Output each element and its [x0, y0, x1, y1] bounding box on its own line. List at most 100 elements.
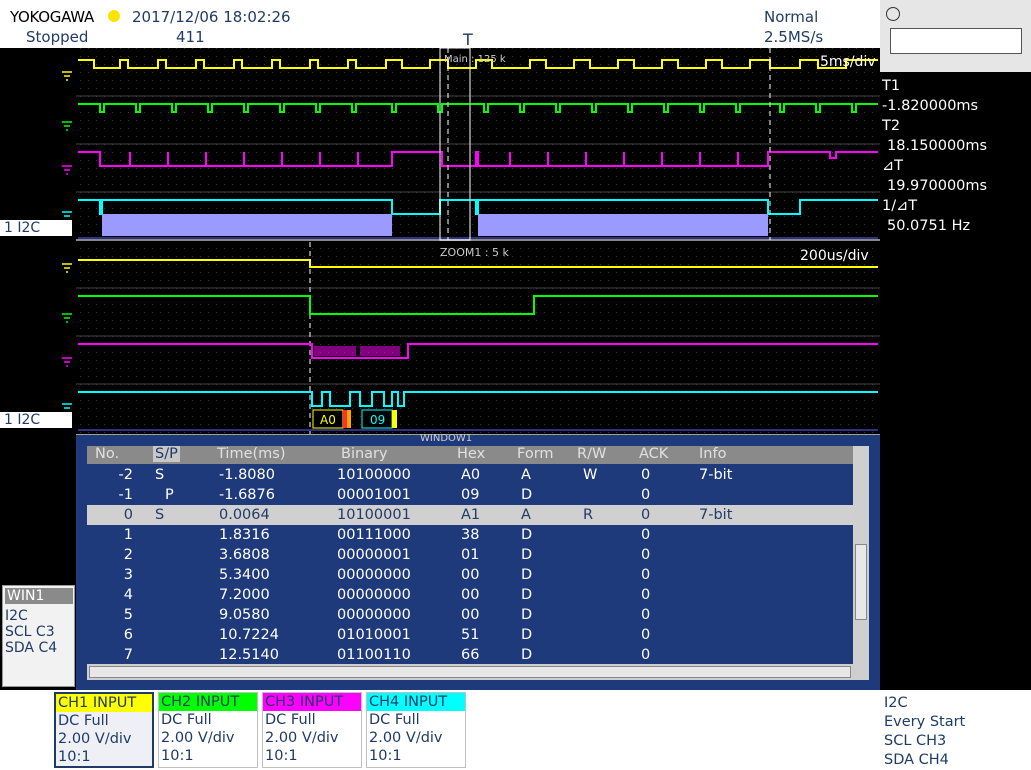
cell-binary: 10100000: [337, 467, 411, 483]
inv-dt-value: 50.0751 Hz: [887, 218, 971, 234]
cell-time: -1.6876: [219, 487, 275, 503]
trigger-info: I2C Every Start SCL CH3 SDA CH4: [884, 694, 965, 770]
channel-3-setup[interactable]: CH3 INPUT DC Full 2.00 V/div 10:1: [262, 692, 362, 768]
table-row[interactable]: 1 1.8316 00111000 38 D 0: [87, 525, 853, 545]
bus-label-main: 1 I2C: [0, 220, 72, 236]
channel-scale: 2.00 V/div: [369, 730, 443, 746]
cell-hex: 00: [461, 607, 480, 623]
cell-time: 12.5140: [219, 647, 279, 663]
cell-no: 0: [123, 507, 133, 523]
table-row[interactable]: 4 7.2000 00000000 00 D 0: [87, 585, 853, 605]
channel-4-setup[interactable]: CH4 INPUT DC Full 2.00 V/div 10:1: [366, 692, 466, 768]
channel-2-setup[interactable]: CH2 INPUT DC Full 2.00 V/div 10:1: [158, 692, 258, 768]
acquisition-state: Stopped: [26, 28, 89, 46]
cell-time: 5.3400: [219, 567, 270, 583]
trigger-position-icon: T: [463, 30, 473, 49]
knob-value-field[interactable]: [890, 28, 1022, 54]
channel-setup-bar: [0, 690, 1031, 770]
cell-binary: 01100110: [337, 647, 411, 663]
cell-form: D: [521, 527, 533, 543]
cell-hex: 66: [461, 647, 480, 663]
cell-info: 7-bit: [699, 467, 733, 483]
zoom-timebase: 200us/div: [800, 248, 869, 264]
channel-name: CH3 INPUT: [263, 693, 361, 711]
cell-time: 10.7224: [219, 627, 279, 643]
cell-no: 7: [123, 647, 133, 663]
win1-line: SDA C4: [5, 640, 58, 656]
t1-value: -1.820000ms: [882, 98, 979, 114]
channel-name: CH2 INPUT: [159, 693, 257, 711]
cell-form: A: [521, 467, 531, 483]
channel-probe: 10:1: [265, 748, 298, 764]
window-title: WINDOW1: [420, 433, 473, 444]
cell-no: 3: [123, 567, 133, 583]
cell-hex: 51: [461, 627, 480, 643]
horizontal-scroll-thumb[interactable]: [89, 666, 851, 678]
cell-form: D: [521, 487, 533, 503]
col-time: Time(ms): [217, 446, 286, 462]
cell-binary: 01010001: [337, 627, 411, 643]
table-row[interactable]: 6 10.7224 01010001 51 D 0: [87, 625, 853, 645]
knob-icon: [886, 7, 900, 21]
trigger-mode: Normal: [764, 8, 819, 26]
t2-label: T2: [882, 118, 901, 134]
acquisition-count: 411: [176, 28, 205, 46]
channel-probe: 10:1: [58, 749, 91, 765]
cell-form: D: [521, 627, 533, 643]
cell-form: D: [521, 587, 533, 603]
cell-no: 5: [123, 607, 133, 623]
col-binary: Binary: [341, 446, 388, 462]
cell-ack: 0: [641, 467, 651, 483]
waveform-display[interactable]: Main : 125 k 5ms/div ZOOM1 : 5 k 200us/d…: [0, 47, 880, 434]
cell-hex: A1: [461, 507, 481, 523]
main-view-label: Main : 125 k: [444, 54, 506, 65]
ch3-ground-marker: [62, 165, 72, 367]
channel-1-setup[interactable]: CH1 INPUT DC Full 2.00 V/div 10:1: [54, 692, 154, 768]
cell-form: D: [521, 647, 533, 663]
t2-value: 18.150000ms: [887, 138, 988, 154]
trigger-line: Every Start: [884, 714, 966, 730]
table-row[interactable]: -2 S -1.8080 10100000 A0 A W 0 7-bit: [87, 465, 853, 485]
cell-ack: 0: [641, 527, 651, 543]
cell-ack: 0: [641, 567, 651, 583]
channel-coupling: DC Full: [265, 712, 316, 728]
cursor-readout: T1 -1.820000ms T2 18.150000ms ⊿T 19.9700…: [882, 76, 1030, 236]
cell-no: 1: [123, 527, 133, 543]
cell-ack: 0: [641, 547, 651, 563]
date-time: 2017/12/06 18:02:26: [132, 8, 291, 26]
vertical-scroll-thumb[interactable]: [855, 544, 867, 620]
cell-ack: 0: [641, 487, 651, 503]
table-row[interactable]: 0 S 0.0064 10100001 A1 A R 0 7-bit: [87, 505, 853, 525]
cell-no: -1: [118, 487, 133, 503]
cell-binary: 00000000: [337, 607, 411, 623]
cell-time: -1.8080: [219, 467, 275, 483]
table-row[interactable]: 5 9.0580 00000000 00 D 0: [87, 605, 853, 625]
table-row[interactable]: 7 12.5140 01100110 66 D 0: [87, 645, 853, 665]
table-row[interactable]: -1 P -1.6876 00001001 09 D 0: [87, 485, 853, 505]
bus-label-zoom: 1 I2C: [0, 412, 72, 428]
cell-rw: W: [583, 467, 598, 483]
main-timebase: 5ms/div: [820, 54, 876, 70]
inv-dt-label: 1/⊿T: [882, 198, 918, 214]
channel-name: CH1 INPUT: [56, 694, 152, 712]
cell-no: 6: [123, 627, 133, 643]
decode-tag-addr: A0: [320, 413, 336, 427]
dt-value: 19.970000ms: [887, 178, 988, 194]
cell-no: -2: [118, 467, 133, 483]
cell-sp: S: [155, 507, 165, 523]
cell-ack: 0: [641, 587, 651, 603]
cell-time: 1.8316: [219, 527, 270, 543]
cell-form: D: [521, 567, 533, 583]
cell-binary: 00001001: [337, 487, 411, 503]
cell-sp: S: [155, 467, 165, 483]
col-hex: Hex: [457, 446, 486, 462]
win1-line: I2C: [5, 608, 28, 624]
cell-form: D: [521, 607, 533, 623]
t1-label: T1: [882, 78, 901, 94]
cell-form: D: [521, 547, 533, 563]
table-row[interactable]: 3 5.3400 00000000 00 D 0: [87, 565, 853, 585]
cell-ack: 0: [641, 607, 651, 623]
zoom-view-label: ZOOM1 : 5 k: [440, 246, 510, 259]
ch1-ground-marker: [62, 71, 72, 273]
table-row[interactable]: 2 3.6808 00000001 01 D 0: [87, 545, 853, 565]
